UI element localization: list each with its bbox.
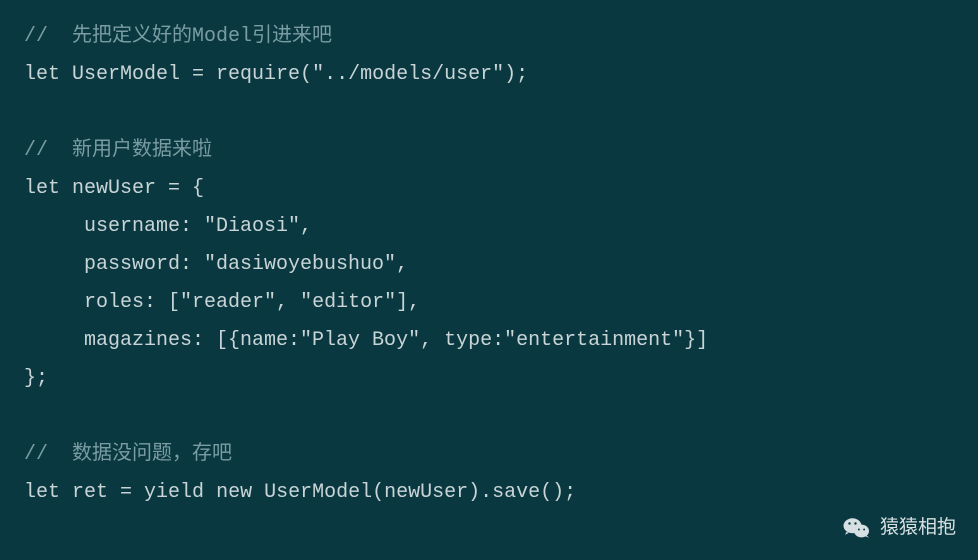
code-text: ], [396, 291, 420, 314]
keyword-yield: yield [144, 481, 204, 504]
wechat-icon [842, 513, 872, 543]
code-text: ret = [60, 481, 144, 504]
code-text: }] [684, 329, 708, 352]
code-text: , [300, 215, 312, 238]
code-text [204, 481, 216, 504]
comment-line: // 新用户数据来啦 [24, 139, 212, 162]
code-text: }; [24, 367, 48, 390]
keyword-let: let [24, 177, 60, 200]
code-text: roles: [ [24, 291, 180, 314]
code-text: UserModel = require( [60, 63, 312, 86]
string-literal: "dasiwoyebushuo" [204, 253, 396, 276]
code-text: newUser = { [60, 177, 204, 200]
string-literal: "../models/user" [312, 63, 504, 86]
code-block: // 先把定义好的Model引进来吧 let UserModel = requi… [24, 18, 954, 512]
watermark: 猿猿相抱 [842, 510, 956, 546]
code-text: , [396, 253, 408, 276]
string-literal: "editor" [300, 291, 396, 314]
string-literal: "Play Boy" [300, 329, 420, 352]
keyword-let: let [24, 63, 60, 86]
watermark-text: 猿猿相抱 [880, 510, 956, 546]
code-text: UserModel(newUser).save(); [252, 481, 576, 504]
code-text: ); [504, 63, 528, 86]
string-literal: "entertainment" [504, 329, 684, 352]
comment-line: // 先把定义好的Model引进来吧 [24, 25, 332, 48]
code-text: , type: [420, 329, 504, 352]
comment-line: // 数据没问题，存吧 [24, 443, 232, 466]
string-literal: "Diaosi" [204, 215, 300, 238]
string-literal: "reader" [180, 291, 276, 314]
code-text: , [276, 291, 300, 314]
keyword-let: let [24, 481, 60, 504]
keyword-new: new [216, 481, 252, 504]
code-text: password: [24, 253, 204, 276]
code-text: username: [24, 215, 204, 238]
code-text: magazines: [{name: [24, 329, 300, 352]
